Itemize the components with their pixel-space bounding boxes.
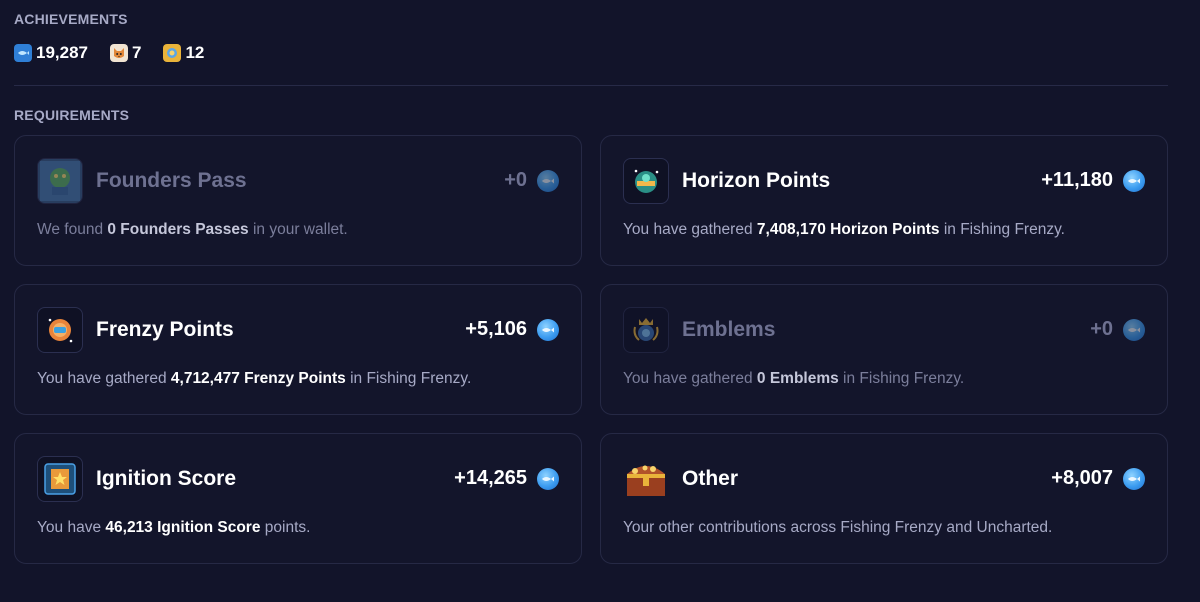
emblems-card: Emblems +0 You have gathered 0 Emblems i… — [600, 284, 1168, 415]
founders-pass-name: Founders Pass — [96, 169, 247, 192]
horizon-points-icon — [623, 158, 669, 204]
achievements-row: 19,287 7 12 — [14, 41, 226, 65]
founders-pass-description: We found 0 Founders Passes in your walle… — [37, 221, 348, 238]
fish-token-icon — [537, 467, 559, 490]
achievement-gold-value: 12 — [185, 43, 205, 62]
gold-badge-icon — [163, 44, 182, 62]
section-divider — [14, 85, 1168, 86]
frenzy-points-name: Frenzy Points — [96, 318, 234, 341]
founders-pass-icon — [37, 158, 83, 204]
founders-pass-card: Founders Pass +0 We found 0 Founders Pas… — [14, 135, 582, 266]
fish-token-icon — [1123, 467, 1145, 490]
achievement-shiba-value: 7 — [132, 43, 142, 62]
ignition-score-points: +14,265 — [454, 467, 527, 489]
other-name: Other — [682, 467, 739, 490]
other-description: Your other contributions across Fishing … — [623, 519, 1053, 536]
fish-token-icon — [1123, 169, 1145, 192]
emblems-description: You have gathered 0 Emblems in Fishing F… — [623, 370, 965, 387]
emblems-name: Emblems — [682, 318, 776, 341]
other-points: +8,007 — [1051, 467, 1113, 489]
achievements-title: ACHIEVEMENTS — [14, 11, 128, 27]
founders-pass-points: +0 — [504, 169, 527, 191]
achievement-fish: 19,287 — [14, 43, 88, 63]
horizon-points-card: Horizon Points +11,180 You have gathered… — [600, 135, 1168, 266]
other-card: Other +8,007 Your other contributions ac… — [600, 433, 1168, 564]
horizon-points-name: Horizon Points — [682, 169, 831, 192]
shiba-badge-icon — [110, 44, 128, 62]
ignition-score-description: You have 46,213 Ignition Score points. — [37, 519, 311, 536]
airdrop-page: ACHIEVEMENTS 19,287 7 12 REQUIREMENTS Fo… — [0, 0, 1200, 602]
horizon-points-description: You have gathered 7,408,170 Horizon Poin… — [623, 221, 1065, 238]
horizon-points-points: +11,180 — [1041, 169, 1113, 191]
frenzy-points-icon — [37, 307, 83, 353]
frenzy-points-points-group: +5,106 — [465, 318, 559, 341]
frenzy-points-points: +5,106 — [465, 318, 527, 340]
fish-token-icon — [537, 169, 559, 192]
fish-token-icon — [1123, 318, 1145, 341]
requirements-title: REQUIREMENTS — [14, 107, 130, 123]
other-points-group: +8,007 — [1051, 467, 1145, 490]
achievement-gold: 12 — [163, 43, 204, 63]
ignition-score-points-group: +14,265 — [454, 467, 559, 490]
emblems-points-group: +0 — [1090, 318, 1145, 341]
achievement-fish-value: 19,287 — [36, 43, 88, 62]
horizon-points-points-group: +11,180 — [1041, 169, 1145, 192]
ignition-score-card: Ignition Score +14,265 You have 46,213 I… — [14, 433, 582, 564]
founders-pass-points-group: +0 — [504, 169, 559, 192]
achievement-shiba: 7 — [110, 43, 141, 63]
emblems-icon — [623, 307, 669, 353]
fish-badge-icon — [14, 44, 32, 62]
frenzy-points-card: Frenzy Points +5,106 You have gathered 4… — [14, 284, 582, 415]
ignition-score-icon — [37, 456, 83, 502]
treasure-chest-icon — [623, 456, 669, 502]
fish-token-icon — [537, 318, 559, 341]
ignition-score-name: Ignition Score — [96, 467, 237, 490]
frenzy-points-description: You have gathered 4,712,477 Frenzy Point… — [37, 370, 472, 387]
emblems-points: +0 — [1090, 318, 1113, 340]
